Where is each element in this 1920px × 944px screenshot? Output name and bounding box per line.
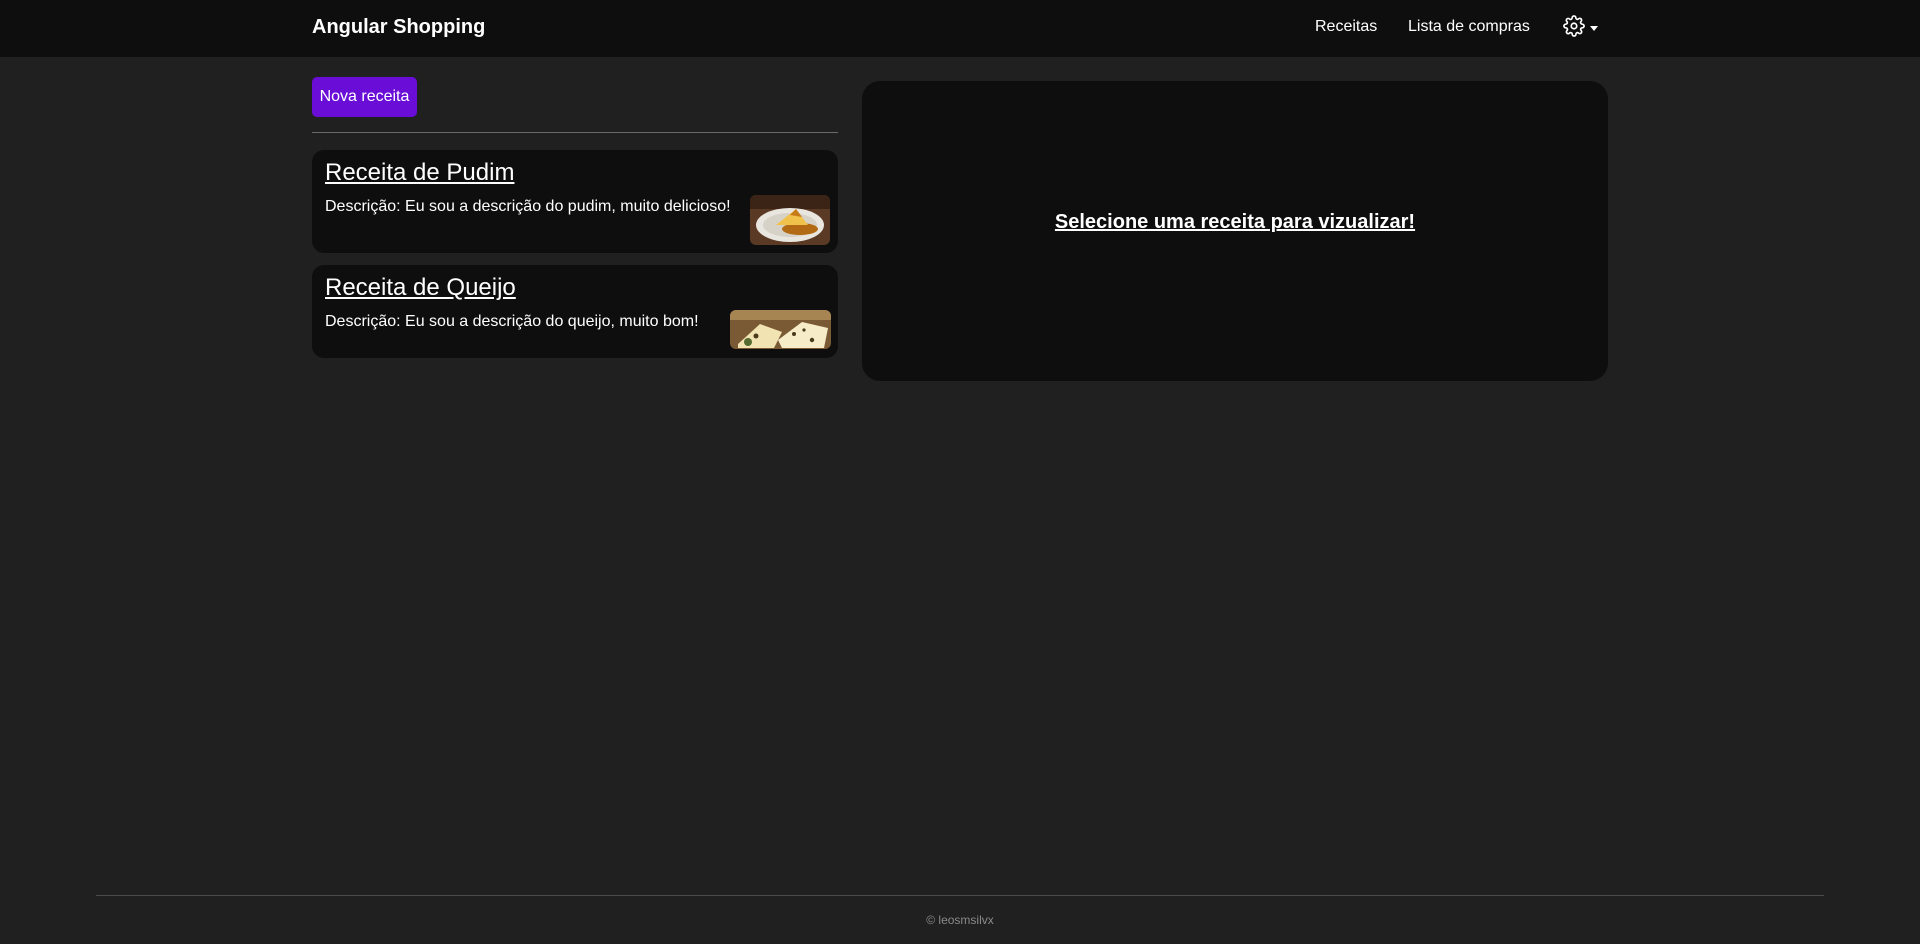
caret-down-icon <box>1590 25 1598 31</box>
footer-copyright: © leosmsilvx <box>926 913 994 927</box>
gear-icon <box>1563 14 1585 42</box>
settings-dropdown-toggle[interactable] <box>1563 14 1603 42</box>
select-recipe-message: Selecione uma receita para vizualizar! <box>1054 211 1416 233</box>
recipe-description: Descrição: Eu sou a descrição do pudim, … <box>325 198 731 215</box>
divider <box>312 132 838 133</box>
nav-link-lista-de-compras[interactable]: Lista de compras <box>1408 18 1530 36</box>
recipe-card-queijo[interactable]: Receita de Queijo Descrição: Eu sou a de… <box>312 265 838 358</box>
recipe-description: Descrição: Eu sou a descrição do queijo,… <box>325 313 699 330</box>
navbar: Angular Shopping Receitas Lista de compr… <box>0 0 1920 57</box>
recipe-card-pudim[interactable]: Receita de Pudim Descrição: Eu sou a des… <box>312 150 838 253</box>
nav-link-receitas[interactable]: Receitas <box>1315 18 1377 36</box>
pudim-image <box>750 195 830 245</box>
recipe-title[interactable]: Receita de Queijo <box>325 274 516 302</box>
recipe-detail-panel: Selecione uma receita para vizualizar! <box>862 81 1608 381</box>
footer-divider <box>96 895 1824 896</box>
new-recipe-button[interactable]: Nova receita <box>312 77 417 117</box>
queijo-image <box>730 310 831 349</box>
brand-link[interactable]: Angular Shopping <box>312 16 485 39</box>
recipe-title[interactable]: Receita de Pudim <box>325 159 514 187</box>
